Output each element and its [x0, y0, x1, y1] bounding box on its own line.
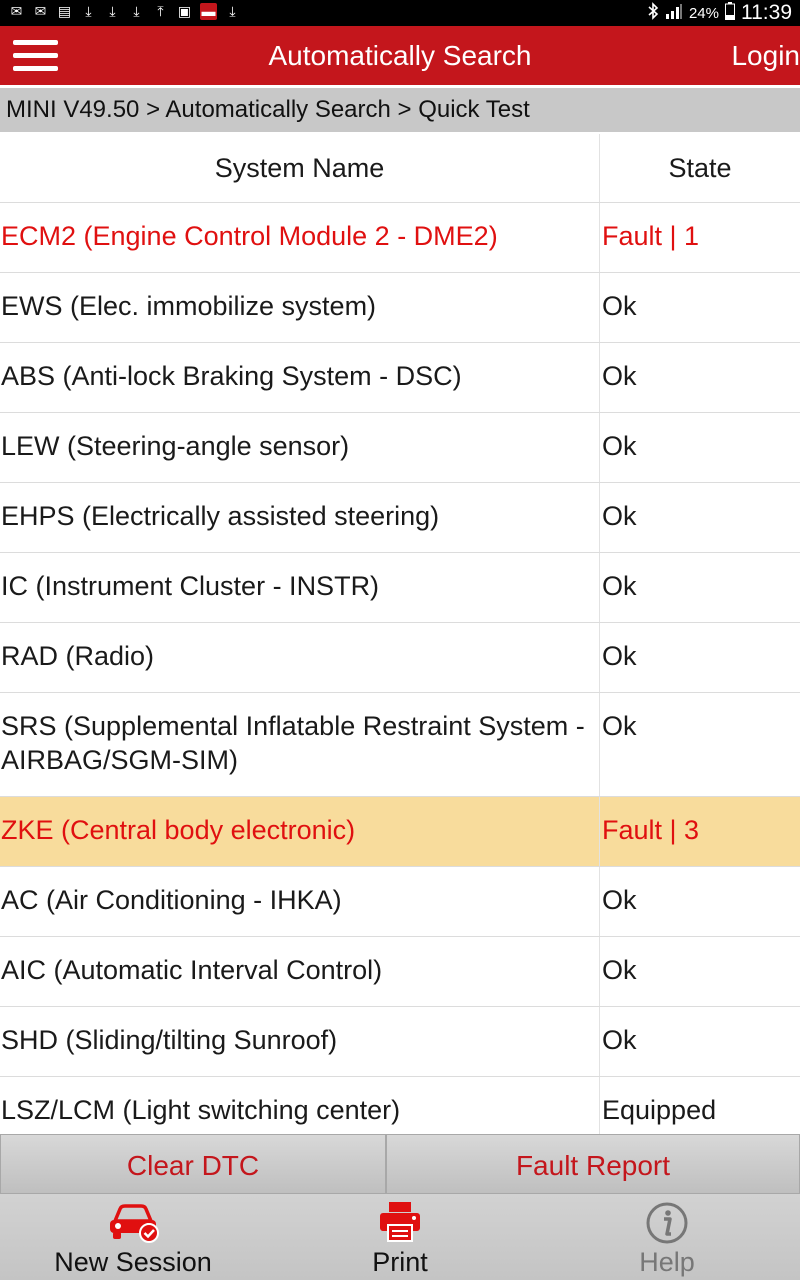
table-row[interactable]: ABS (Anti-lock Braking System - DSC) Ok	[0, 343, 800, 413]
bluetooth-icon	[647, 1, 659, 25]
system-state: Ok	[602, 1025, 637, 1055]
system-name: ECM2 (Engine Control Module 2 - DME2)	[0, 203, 600, 272]
printer-icon	[372, 1199, 428, 1245]
app-icon: ▬	[200, 3, 217, 20]
system-name: ABS (Anti-lock Braking System - DSC)	[0, 343, 600, 412]
table-row[interactable]: AIC (Automatic Interval Control) Ok	[0, 937, 800, 1007]
system-name: EWS (Elec. immobilize system)	[0, 273, 600, 342]
system-state: Ok	[602, 955, 637, 985]
table-row[interactable]: ECM2 (Engine Control Module 2 - DME2) Fa…	[0, 203, 800, 273]
system-name: LSZ/LCM (Light switching center)	[0, 1077, 600, 1134]
table-row[interactable]: EHPS (Electrically assisted steering) Ok	[0, 483, 800, 553]
system-state: Ok	[602, 501, 637, 531]
system-name: ZKE (Central body electronic)	[0, 797, 600, 866]
sim-icon: ▤	[57, 3, 72, 19]
login-button[interactable]: Login	[731, 26, 800, 85]
system-state: Ok	[602, 291, 637, 321]
system-icons: 24% 11:39	[647, 0, 792, 26]
table-header: System Name State	[0, 134, 800, 203]
system-name: AIC (Automatic Interval Control)	[0, 937, 600, 1006]
table-row[interactable]: EWS (Elec. immobilize system) Ok	[0, 273, 800, 343]
upload-icon: ⤒	[157, 3, 164, 19]
table-row[interactable]: SHD (Sliding/tilting Sunroof) Ok	[0, 1007, 800, 1077]
fault-report-button[interactable]: Fault Report	[386, 1134, 800, 1194]
system-name: SHD (Sliding/tilting Sunroof)	[0, 1007, 600, 1076]
column-header-state: State	[668, 153, 732, 183]
system-table: System Name State ECM2 (Engine Control M…	[0, 134, 800, 1134]
system-state: Ok	[602, 431, 637, 461]
help-label: Help	[639, 1247, 695, 1277]
table-row[interactable]: SRS (Supplemental Inflatable Restraint S…	[0, 693, 800, 797]
breadcrumb: MINI V49.50 > Automatically Search > Qui…	[0, 88, 800, 132]
system-state: Ok	[602, 571, 637, 601]
system-name: RAD (Radio)	[0, 623, 600, 692]
system-state: Equipped	[602, 1095, 717, 1125]
print-button[interactable]: Print	[266, 1194, 534, 1280]
system-name: LEW (Steering-angle sensor)	[0, 413, 600, 482]
system-name: IC (Instrument Cluster - INSTR)	[0, 553, 600, 622]
status-bar: ✉ ✉ ▤ ⤓ ⤓ ⤓ ⤒ ▣ ▬ ⤓ 24% 11:39	[0, 0, 800, 26]
battery-icon	[725, 1, 735, 25]
print-label: Print	[372, 1247, 428, 1277]
system-state: Ok	[602, 885, 637, 915]
mail-x-icon: ✉	[10, 3, 23, 19]
page-title: Automatically Search	[268, 40, 532, 71]
notification-icons: ✉ ✉ ▤ ⤓ ⤓ ⤓ ⤒ ▣ ▬ ⤓	[8, 3, 241, 20]
table-row-selected[interactable]: ZKE (Central body electronic) Fault | 3	[0, 797, 800, 867]
download-icon: ⤓	[133, 3, 140, 19]
table-row[interactable]: IC (Instrument Cluster - INSTR) Ok	[0, 553, 800, 623]
system-name: SRS (Supplemental Inflatable Restraint S…	[0, 693, 600, 796]
download-icon: ⤓	[85, 3, 92, 19]
new-session-button[interactable]: New Session	[0, 1194, 266, 1280]
system-name: EHPS (Electrically assisted steering)	[0, 483, 600, 552]
signal-icon	[665, 3, 683, 24]
system-name: AC (Air Conditioning - IHKA)	[0, 867, 600, 936]
column-header-system-name: System Name	[0, 134, 600, 202]
table-row[interactable]: AC (Air Conditioning - IHKA) Ok	[0, 867, 800, 937]
system-state: Fault | 1	[602, 221, 700, 251]
system-state: Ok	[602, 361, 637, 391]
system-state: Fault | 3	[602, 815, 700, 845]
car-check-icon	[105, 1199, 161, 1245]
download-icon: ⤓	[109, 3, 116, 19]
battery-percent: 24%	[688, 4, 719, 22]
help-button[interactable]: Help	[534, 1194, 800, 1280]
clock: 11:39	[741, 1, 792, 24]
system-state: Ok	[602, 641, 637, 671]
info-icon	[639, 1199, 695, 1245]
table-row[interactable]: LSZ/LCM (Light switching center) Equippe…	[0, 1077, 800, 1134]
table-row[interactable]: LEW (Steering-angle sensor) Ok	[0, 413, 800, 483]
clear-dtc-button[interactable]: Clear DTC	[0, 1134, 386, 1194]
app-header: Automatically Search Login	[0, 26, 800, 85]
system-state: Ok	[602, 711, 637, 741]
action-bar: Clear DTC Fault Report	[0, 1134, 800, 1194]
new-session-label: New Session	[54, 1247, 212, 1277]
image-icon: ▣	[177, 3, 192, 19]
download-icon: ⤓	[229, 3, 236, 19]
mail-x-icon: ✉	[34, 3, 47, 19]
bottom-nav: New Session Print Help	[0, 1194, 800, 1280]
table-row[interactable]: RAD (Radio) Ok	[0, 623, 800, 693]
